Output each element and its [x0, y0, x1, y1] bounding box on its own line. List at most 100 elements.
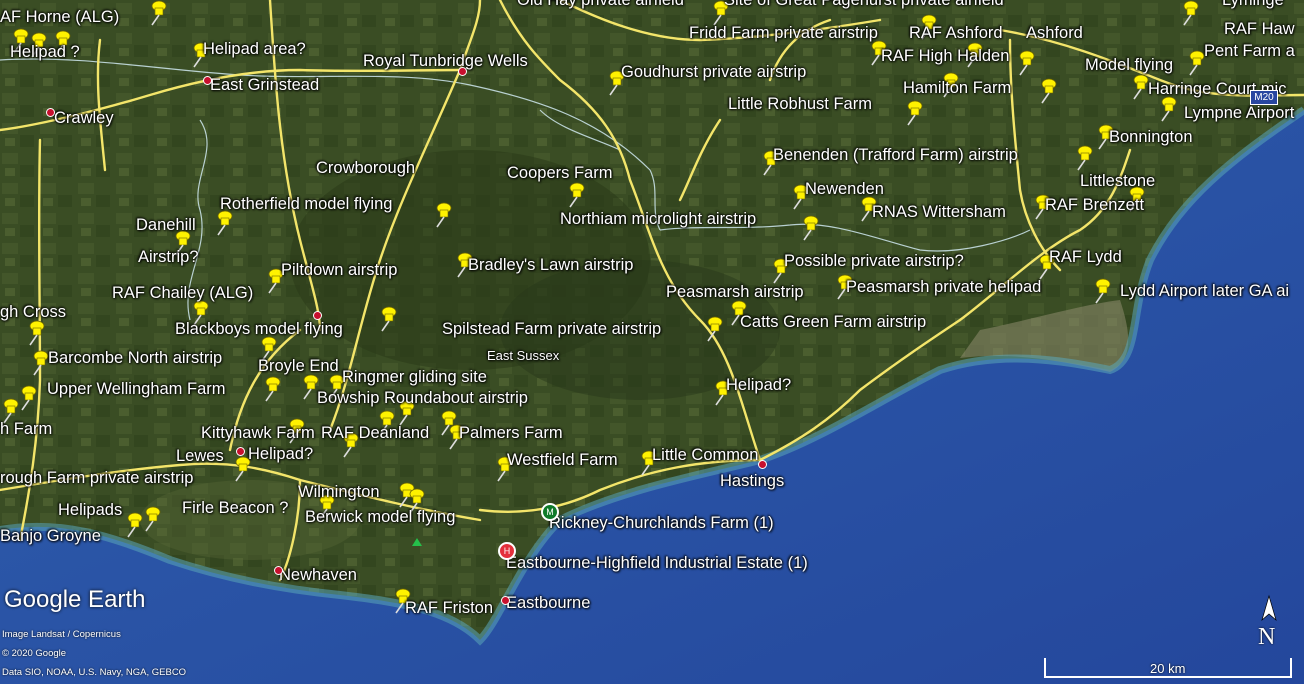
- place-label[interactable]: East Grinstead: [210, 76, 319, 94]
- pushpin-icon[interactable]: [566, 182, 586, 208]
- place-label[interactable]: Benenden (Trafford Farm) airstrip: [773, 146, 1018, 164]
- place-label[interactable]: RAF Friston: [405, 599, 493, 617]
- pushpin-icon[interactable]: [1130, 74, 1150, 100]
- place-label[interactable]: Pent Farm a: [1204, 42, 1295, 60]
- place-label[interactable]: Newenden: [805, 180, 884, 198]
- place-label[interactable]: Wilmington: [298, 483, 380, 501]
- place-label[interactable]: Royal Tunbridge Wells: [363, 52, 528, 70]
- place-label[interactable]: Eastbourne: [506, 594, 590, 612]
- place-label[interactable]: Upper Wellingham Farm: [47, 380, 226, 398]
- place-label[interactable]: Danehill: [136, 216, 196, 234]
- place-label[interactable]: Helipads: [58, 501, 122, 519]
- place-label[interactable]: Rickney-Churchlands Farm (1): [549, 514, 774, 532]
- place-label[interactable]: Barcombe North airstrip: [48, 349, 222, 367]
- place-label[interactable]: Firle Beacon ?: [182, 499, 288, 517]
- pushpin-icon[interactable]: [148, 0, 168, 26]
- place-label[interactable]: Possible private airstrip?: [784, 252, 964, 270]
- place-label[interactable]: Bradley's Lawn airstrip: [468, 256, 633, 274]
- place-label[interactable]: Berwick model flying: [305, 508, 455, 526]
- pushpin-icon[interactable]: [800, 215, 820, 241]
- pushpin-icon[interactable]: [1180, 0, 1200, 26]
- pushpin-icon[interactable]: [26, 320, 46, 346]
- place-label[interactable]: Fridd Farm private airstrip: [689, 24, 878, 42]
- place-label[interactable]: Kittyhawk Farm: [201, 424, 315, 442]
- place-label[interactable]: Ashford: [1026, 24, 1083, 42]
- place-label[interactable]: Eastbourne-Highfield Industrial Estate (…: [506, 554, 808, 572]
- place-label[interactable]: Rotherfield model flying: [220, 195, 392, 213]
- place-label[interactable]: Crawley: [54, 109, 114, 127]
- place-label[interactable]: Lyminge: [1222, 0, 1284, 9]
- place-label[interactable]: Model flying: [1085, 56, 1173, 74]
- pushpin-icon[interactable]: [904, 100, 924, 126]
- pushpin-icon[interactable]: [214, 210, 234, 236]
- place-label[interactable]: Peasmarsh airstrip: [666, 283, 804, 301]
- place-label[interactable]: Hamilton Farm: [903, 79, 1011, 97]
- place-label[interactable]: Helipad?: [726, 376, 791, 394]
- place-label[interactable]: Helipad?: [248, 445, 313, 463]
- place-label[interactable]: Northiam microlight airstrip: [560, 210, 756, 228]
- pushpin-icon[interactable]: [1092, 278, 1112, 304]
- place-label[interactable]: Palmers Farm: [459, 424, 563, 442]
- place-label[interactable]: Lewes: [176, 447, 224, 465]
- map-view[interactable]: AF Horne (ALG) Helipad ? Helipad area? East…: [0, 0, 1304, 684]
- place-label[interactable]: h Farm: [0, 420, 52, 438]
- town-dot-icon: [203, 76, 212, 85]
- place-label[interactable]: Lydd Airport later GA ai: [1120, 282, 1289, 300]
- place-label[interactable]: Little Robhust Farm: [728, 95, 872, 113]
- compass[interactable]: N: [1256, 594, 1282, 652]
- pushpin-icon[interactable]: [1074, 145, 1094, 171]
- place-label[interactable]: Crowborough: [316, 159, 415, 177]
- pushpin-icon[interactable]: [262, 376, 282, 402]
- map-marker-m-icon[interactable]: M: [541, 503, 559, 521]
- place-label[interactable]: Airstrip?: [138, 248, 199, 266]
- pushpin-icon[interactable]: [1038, 78, 1058, 104]
- pushpin-icon[interactable]: [124, 512, 144, 538]
- place-label[interactable]: Goudhurst private airstrip: [621, 63, 806, 81]
- pushpin-icon[interactable]: [18, 385, 38, 411]
- pushpin-icon[interactable]: [378, 306, 398, 332]
- place-label[interactable]: RAF Lydd: [1049, 248, 1122, 266]
- place-label[interactable]: Spilstead Farm private airstrip: [442, 320, 661, 338]
- place-label[interactable]: AF Horne (ALG): [0, 8, 119, 26]
- place-label[interactable]: RAF Haw: [1224, 20, 1295, 38]
- pushpin-icon[interactable]: [30, 350, 50, 376]
- place-label[interactable]: Peasmarsh private helipad: [846, 278, 1041, 296]
- place-label[interactable]: RAF Ashford: [909, 24, 1003, 42]
- place-label[interactable]: Catts Green Farm airstrip: [740, 313, 926, 331]
- place-label[interactable]: Blackboys model flying: [175, 320, 343, 338]
- pushpin-icon[interactable]: [142, 506, 162, 532]
- place-label[interactable]: Bowship Roundabout airstrip: [317, 389, 528, 407]
- place-label[interactable]: RAF Brenzett: [1045, 196, 1144, 214]
- place-label[interactable]: Banjo Groyne: [0, 527, 101, 545]
- place-label[interactable]: Westfield Farm: [507, 451, 618, 469]
- pushpin-icon[interactable]: [1016, 50, 1036, 76]
- place-label[interactable]: RAF High Halden: [881, 47, 1009, 65]
- place-label[interactable]: gh Cross: [0, 303, 66, 321]
- place-label[interactable]: Broyle End: [258, 357, 339, 375]
- pushpin-icon[interactable]: [1158, 96, 1178, 122]
- pushpin-icon[interactable]: [704, 316, 724, 342]
- copyright-credit: © 2020 Google: [2, 648, 67, 659]
- green-triangle-icon[interactable]: [412, 538, 422, 546]
- place-label[interactable]: Little Common: [652, 446, 758, 464]
- pushpin-icon[interactable]: [433, 202, 453, 228]
- place-label[interactable]: Old Hay private airfield: [517, 0, 684, 9]
- place-label[interactable]: Lympne Airport: [1184, 104, 1294, 122]
- map-marker-h-icon[interactable]: H: [498, 542, 516, 560]
- place-label[interactable]: Newhaven: [279, 566, 357, 584]
- place-label[interactable]: Helipad ?: [10, 43, 80, 61]
- place-label[interactable]: Ringmer gliding site: [342, 368, 487, 386]
- place-label[interactable]: Helipad area?: [203, 40, 306, 58]
- town-dot-icon: [501, 596, 510, 605]
- place-label[interactable]: Bonnington: [1109, 128, 1193, 146]
- place-label[interactable]: Piltdown airstrip: [281, 261, 397, 279]
- place-label[interactable]: Coopers Farm: [507, 164, 612, 182]
- pushpin-icon[interactable]: [1186, 50, 1206, 76]
- place-label[interactable]: RAF Chailey (ALG): [112, 284, 253, 302]
- place-label[interactable]: Hastings: [720, 472, 784, 490]
- place-label[interactable]: RAF Deanland: [321, 424, 429, 442]
- place-label[interactable]: rough Farm private airstrip: [0, 469, 193, 487]
- place-label[interactable]: Littlestone: [1080, 172, 1155, 190]
- place-label[interactable]: Site of Great Pagehurst private airfield: [724, 0, 1004, 9]
- place-label[interactable]: RNAS Wittersham: [872, 203, 1006, 221]
